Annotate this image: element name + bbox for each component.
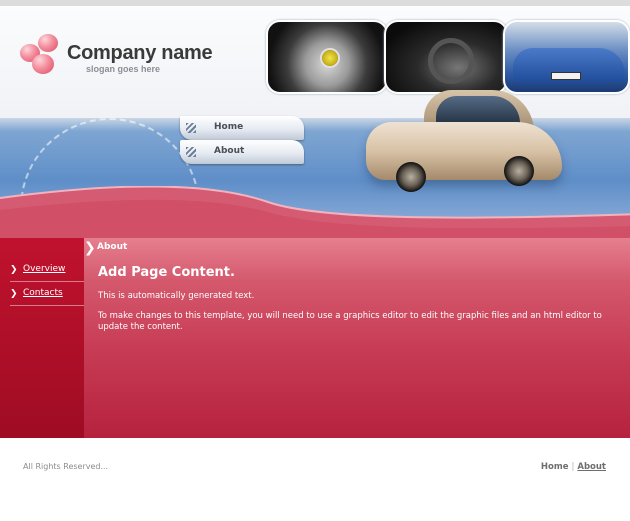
slogan: slogan goes here (86, 64, 161, 74)
sidebar-item-overview[interactable]: ❯ Overview (10, 258, 84, 282)
blue-car-photo (503, 20, 630, 94)
header-swoosh (0, 186, 630, 238)
content-paragraph: This is automatically generated text. (98, 291, 255, 301)
logo-dot (38, 34, 58, 52)
content-paragraph: To make changes to this template, you wi… (98, 311, 602, 332)
footer-link-about[interactable]: About (577, 462, 606, 472)
sidebar-item-label[interactable]: Contacts (23, 288, 63, 298)
header: Company name slogan goes here Home About (0, 6, 630, 238)
company-name: Company name (67, 42, 213, 64)
nav-home-label: Home (214, 122, 244, 132)
page-title: Add Page Content. (98, 265, 235, 280)
hero-car-image (366, 84, 562, 202)
footer-links: Home | About (541, 462, 606, 472)
nav-about-button[interactable]: About (180, 140, 304, 164)
car-wheel (504, 156, 534, 186)
footer-link-home[interactable]: Home (541, 462, 569, 472)
copyright-text: All Rights Reserved... (23, 462, 109, 471)
logo-dot (32, 54, 54, 74)
nav-home-button[interactable]: Home (180, 116, 304, 140)
wheel-photo (266, 20, 388, 94)
wheel-hub-icon (320, 48, 340, 68)
sidebar-item-label[interactable]: Overview (23, 264, 65, 274)
stripes-icon (186, 123, 196, 133)
sidebar-item-contacts[interactable]: ❯ Contacts (10, 282, 84, 306)
stripes-icon (186, 147, 196, 157)
main-content: ❯ About Add Page Content. This is automa… (84, 238, 630, 438)
chevron-right-icon: ❯ (84, 240, 96, 256)
breadcrumb: About (97, 242, 128, 252)
chevron-right-icon: ❯ (10, 265, 18, 275)
nav-about-label: About (214, 146, 245, 156)
sidebar: ❯ Overview ❯ Contacts (0, 238, 84, 438)
chevron-right-icon: ❯ (10, 289, 18, 299)
steering-wheel-icon (428, 38, 474, 84)
dashboard-photo (384, 20, 508, 94)
license-plate (551, 72, 581, 80)
logo-dots-icon (20, 34, 62, 76)
footer-separator: | (571, 462, 575, 472)
